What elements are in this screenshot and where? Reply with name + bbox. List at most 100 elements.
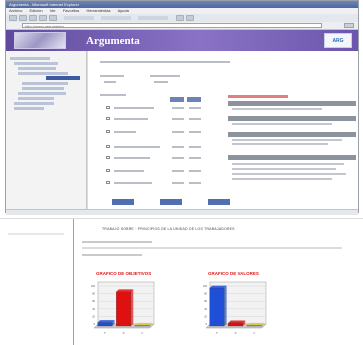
chart-title-objetivos: GRAFICO DE OBJETIVOS: [96, 271, 152, 276]
action-button[interactable]: [208, 199, 230, 205]
y-tick-label: 40: [92, 308, 95, 311]
bar: [134, 325, 150, 327]
row-label: [114, 118, 148, 120]
menu-edicion[interactable]: Edición: [29, 8, 42, 13]
chart-title-valores: GRAFICO DE VALORES: [208, 271, 259, 276]
panel-section-header: [228, 116, 356, 121]
tree-item[interactable]: [18, 92, 66, 95]
history-button[interactable]: [138, 16, 168, 20]
panel-text: [232, 173, 346, 175]
row-checkbox[interactable]: [106, 117, 110, 120]
tree-item[interactable]: [14, 62, 58, 65]
row-value: [172, 118, 184, 120]
table-header: [170, 97, 184, 102]
bar: [246, 325, 262, 327]
row-checkbox[interactable]: [106, 145, 110, 148]
panel-text: [232, 123, 332, 125]
tree-item-selected[interactable]: [46, 76, 80, 80]
panel-heading: [228, 95, 288, 98]
action-button[interactable]: [112, 199, 134, 205]
row-label: [114, 170, 144, 172]
menu-herramientas[interactable]: Herramientas: [86, 8, 110, 13]
menu-ayuda[interactable]: Ayuda: [118, 8, 129, 13]
tree-item[interactable]: [22, 87, 64, 90]
x-tick-label: A: [104, 331, 108, 335]
menu-favoritos[interactable]: Favoritos: [63, 8, 79, 13]
logo: ARG: [324, 33, 352, 48]
row-label: [114, 182, 152, 184]
forward-icon[interactable]: [19, 15, 27, 21]
page-title: Argumenta: [86, 35, 140, 47]
menu-archivo[interactable]: Archivo: [9, 8, 22, 13]
row-checkbox[interactable]: [106, 156, 110, 159]
panel-section-header: [228, 155, 356, 160]
row-value: [189, 182, 201, 184]
y-tick-label: 0: [94, 323, 96, 326]
tree-item[interactable]: [14, 102, 54, 105]
chart-objetivos: 0 20 40 60 80 100 A B C: [91, 281, 155, 335]
table-caption: [100, 94, 126, 96]
bar-side: [224, 285, 227, 326]
y-tick-label: 100: [91, 285, 96, 288]
toolbar: [6, 14, 358, 22]
y-tick-label: 40: [204, 308, 207, 311]
row-checkbox[interactable]: [106, 106, 110, 109]
window-title: Argumenta - Microsoft Internet Explorer: [6, 1, 358, 8]
bar-top: [134, 322, 152, 326]
row-value: [189, 157, 201, 159]
tree-item[interactable]: [14, 107, 44, 110]
table-line: [82, 254, 142, 256]
document-sidebar: [0, 219, 74, 345]
y-tick-label: 60: [92, 300, 95, 303]
chart-valores: 0 20 40 60 80 100 A B C: [203, 281, 267, 335]
tree-item[interactable]: [18, 67, 56, 70]
panel-text: [232, 139, 342, 141]
home-icon[interactable]: [49, 15, 57, 21]
field-value: [154, 81, 168, 83]
y-tick-label: 20: [204, 315, 207, 318]
row-checkbox[interactable]: [106, 130, 110, 133]
go-button[interactable]: [344, 23, 354, 28]
tree-item[interactable]: [18, 97, 54, 100]
panel-text: [232, 163, 344, 165]
action-button[interactable]: [160, 199, 182, 205]
row-label: [114, 157, 150, 159]
y-tick-label: 0: [206, 323, 208, 326]
mail-icon[interactable]: [176, 15, 184, 21]
tree-item[interactable]: [10, 57, 50, 60]
print-icon[interactable]: [186, 15, 194, 21]
bar-top: [116, 289, 134, 292]
row-value: [172, 157, 184, 159]
row-checkbox[interactable]: [106, 169, 110, 172]
x-tick-label: A: [216, 331, 220, 335]
table-header: [187, 97, 201, 102]
tree-item[interactable]: [18, 72, 68, 75]
row-value: [189, 146, 201, 148]
y-tick-label: 80: [204, 293, 207, 296]
row-value: [189, 131, 201, 133]
bar-top: [209, 285, 227, 288]
results-panel: [228, 95, 356, 203]
row-value: [189, 107, 201, 109]
panel-text: [232, 168, 336, 170]
search-button[interactable]: [64, 16, 94, 20]
bar: [116, 291, 132, 327]
row-label: [114, 146, 160, 148]
bar: [97, 322, 113, 327]
x-tick-label: B: [234, 331, 238, 335]
sidebar-text: [8, 233, 64, 235]
row-checkbox[interactable]: [106, 181, 110, 184]
menu-ver[interactable]: Ver: [50, 8, 56, 13]
back-icon[interactable]: [9, 15, 17, 21]
tree-item[interactable]: [22, 82, 68, 85]
bar-top: [97, 320, 115, 323]
refresh-icon[interactable]: [39, 15, 47, 21]
stop-icon[interactable]: [29, 15, 37, 21]
x-tick-label: C: [141, 331, 145, 335]
banner-image: [14, 32, 66, 49]
table-line: [82, 241, 152, 243]
document-header: TRABAJO SOBRE · PRINCIPIOS DE LA UNIDAD …: [102, 227, 235, 231]
browser-window: Argumenta - Microsoft Internet Explorer …: [5, 0, 359, 215]
favorites-button[interactable]: [101, 16, 131, 20]
address-input[interactable]: http://www.argumenta...: [22, 23, 322, 28]
